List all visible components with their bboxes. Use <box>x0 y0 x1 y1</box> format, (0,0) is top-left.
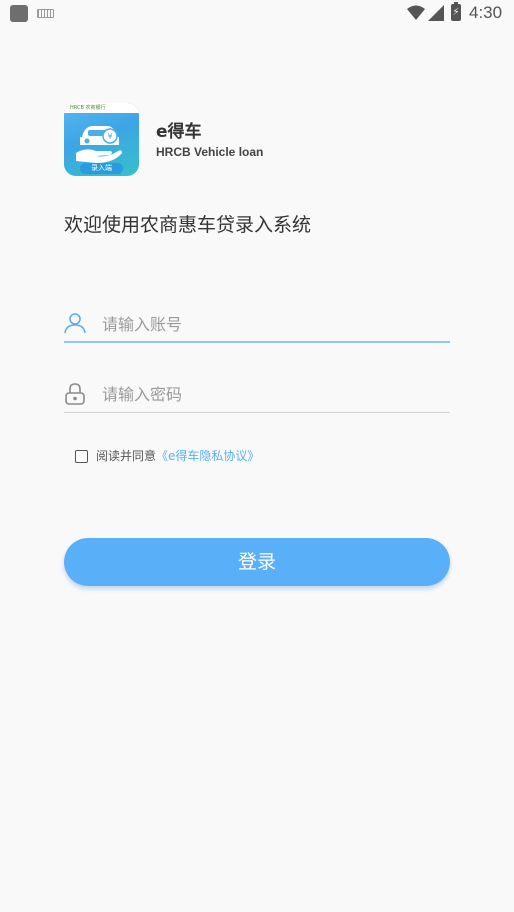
welcome-heading: 欢迎使用农商惠车贷录入系统 <box>64 214 312 236</box>
app-name: e得车 <box>156 122 202 142</box>
password-underline <box>64 412 450 413</box>
account-underline <box>64 341 450 343</box>
wifi-icon <box>407 5 425 20</box>
account-field <box>64 307 450 343</box>
user-icon <box>64 313 86 334</box>
battery-charging-icon: ⚡ <box>451 2 461 21</box>
status-time: 4:30 <box>469 3 503 22</box>
lock-icon <box>65 383 85 405</box>
account-input[interactable] <box>102 307 442 341</box>
status-bar: ⚡ 4:30 <box>0 0 514 26</box>
agreement-prefix: 阅读并同意 <box>96 449 157 463</box>
car-hand-icon: ¥ <box>76 126 122 163</box>
privacy-policy-link[interactable]: 《e得车隐私协议》 <box>156 449 259 463</box>
login-button[interactable]: 登录 <box>64 538 450 586</box>
password-field <box>64 377 450 413</box>
signal-icon <box>428 5 444 21</box>
app-logo: HRCB 农商银行 ¥ 录入端 <box>64 103 139 176</box>
password-input[interactable] <box>102 377 442 411</box>
app-notification-icon <box>10 5 28 22</box>
keyboard-icon <box>37 9 54 18</box>
app-subtitle: HRCB Vehicle loan <box>156 145 264 159</box>
svg-text:¥: ¥ <box>107 132 112 141</box>
agreement-checkbox[interactable] <box>75 450 88 463</box>
